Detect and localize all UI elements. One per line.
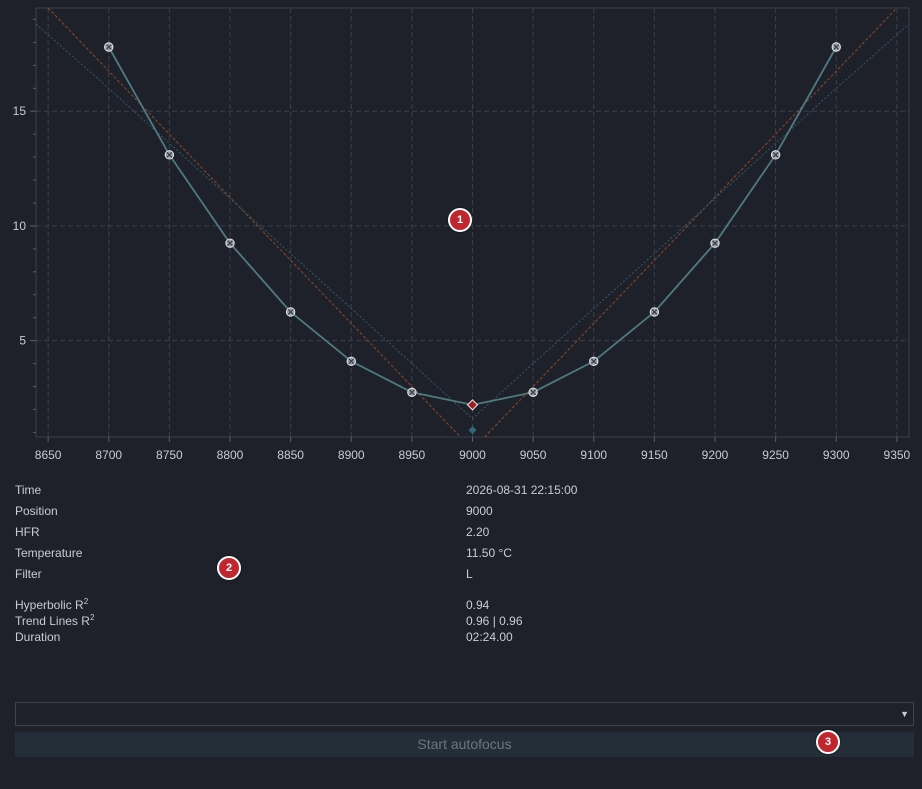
x-tick-label: 8900 [338, 448, 365, 462]
x-tick-label: 9250 [762, 448, 789, 462]
x-tick-label: 8700 [95, 448, 122, 462]
superscript-two: 2 [89, 613, 95, 622]
trend-label-text: Trend Lines R [15, 614, 90, 628]
superscript-two: 2 [83, 597, 89, 606]
duration-label: Duration [15, 630, 61, 644]
x-tick-label: 8650 [35, 448, 62, 462]
filter-label: Filter [15, 567, 42, 581]
x-tick-label: 9050 [520, 448, 547, 462]
x-tick-label: 9200 [702, 448, 729, 462]
temperature-label: Temperature [15, 546, 83, 560]
annotation-badge-1: 1 [448, 208, 472, 232]
x-tick-label: 9000 [459, 448, 486, 462]
hfr-value: 2.20 [466, 525, 490, 539]
y-tick-label: 15 [13, 104, 27, 118]
position-value: 9000 [466, 504, 493, 518]
x-tick-label: 8750 [156, 448, 183, 462]
x-tick-label: 8850 [277, 448, 304, 462]
y-tick-label: 5 [19, 334, 26, 348]
x-tick-label: 8950 [399, 448, 426, 462]
x-tick-label: 9350 [884, 448, 911, 462]
x-tick-label: 9100 [580, 448, 607, 462]
time-label: Time [15, 483, 42, 497]
trend-lines-r2-label: Trend Lines R2 [15, 613, 95, 629]
hyperbolic-r2-value: 0.94 [466, 598, 490, 612]
start-autofocus-button[interactable]: Start autofocus [15, 732, 914, 757]
chevron-down-icon: ▼ [900, 709, 909, 719]
autofocus-chart: 8650 8700 8750 8800 8850 8900 8950 9000 9050 9100… [0, 0, 922, 470]
hfr-label: HFR [15, 525, 40, 539]
temperature-value: 11.50 °C [466, 546, 512, 560]
trend-lines-r2-value: 0.96 | 0.96 [466, 614, 523, 628]
annotation-badge-3: 3 [816, 730, 840, 754]
hyperbolic-label-text: Hyperbolic R [15, 598, 84, 612]
x-tick-label: 9300 [823, 448, 850, 462]
hyperbolic-r2-label: Hyperbolic R2 [15, 597, 89, 613]
autofocus-select-dropdown[interactable]: ▼ [15, 702, 914, 726]
y-tick-label: 10 [13, 219, 27, 233]
x-tick-label: 8800 [217, 448, 244, 462]
duration-value: 02:24.00 [466, 630, 513, 644]
filter-value: L [466, 567, 473, 581]
annotation-badge-2: 2 [217, 556, 241, 580]
x-tick-label: 9150 [641, 448, 668, 462]
time-value: 2026-08-31 22:15:00 [466, 483, 578, 497]
position-label: Position [15, 504, 58, 518]
